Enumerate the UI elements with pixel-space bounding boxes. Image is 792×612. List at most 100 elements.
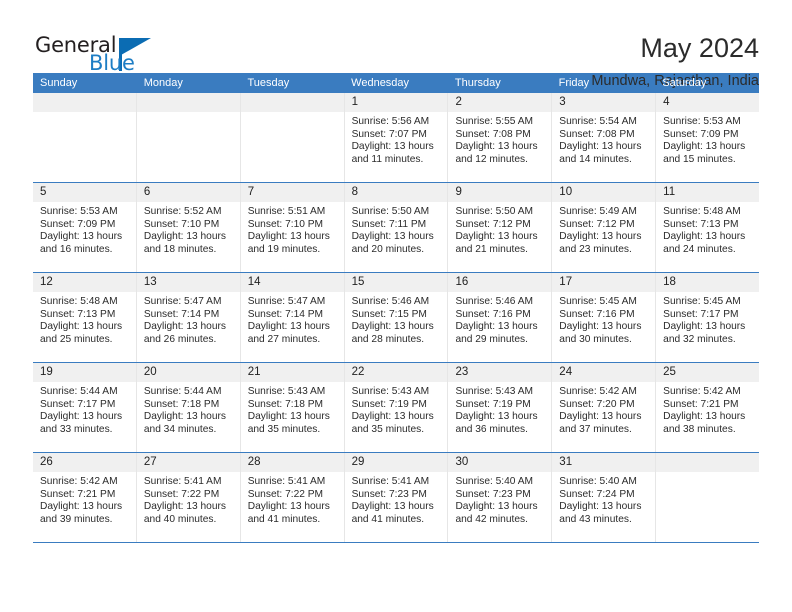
calendar-day-cell[interactable]: 12 Sunrise: 5:48 AM Sunset: 7:13 PM Dayligh… [33,273,137,362]
calendar-day-cell[interactable]: 23 Sunrise: 5:43 AM Sunset: 7:19 PM Dayligh… [448,363,553,452]
day-number: 4 [656,93,760,112]
daylight-text: Daylight: 13 hours and 26 minutes. [143,321,226,345]
day-number: 25 [656,363,760,382]
sunrise-text: Sunrise: 5:43 AM [351,386,430,397]
calendar-day-cell[interactable]: 9 Sunrise: 5:50 AM Sunset: 7:12 PM Daylight… [448,183,553,272]
sunrise-text: Sunrise: 5:42 AM [559,386,637,397]
daylight-text: Daylight: 13 hours and 20 minutes. [351,231,434,255]
day-number: 9 [448,183,552,202]
day-sun-info: Sunrise: 5:42 AM Sunset: 7:21 PM Daylight:… [656,382,759,442]
day-number: 24 [552,363,656,382]
calendar-day-cell[interactable]: 4 Sunrise: 5:53 AM Sunset: 7:09 PM Daylight… [656,93,760,182]
day-sun-info: Sunrise: 5:41 AM Sunset: 7:22 PM Daylight:… [241,472,344,532]
sunset-text: Sunset: 7:22 PM [247,488,324,500]
calendar-day-cell[interactable]: 19 Sunrise: 5:44 AM Sunset: 7:17 PM Dayligh… [33,363,137,452]
logo-text-blue: Blue [89,51,135,75]
sunset-text: Sunset: 7:23 PM [351,488,427,500]
day-number: 11 [656,183,760,202]
calendar-day-cell[interactable]: 16 Sunrise: 5:46 AM Sunset: 7:16 PM Dayligh… [448,273,553,362]
sunset-text: Sunset: 7:17 PM [663,308,739,320]
page-title: May 2024 [640,33,759,63]
calendar-day-cell[interactable]: 29 Sunrise: 5:41 AM Sunset: 7:23 PM Dayligh… [344,453,449,542]
calendar-day-cell[interactable]: 11 Sunrise: 5:48 AM Sunset: 7:13 PM Dayligh… [656,183,760,272]
day-number: 21 [240,363,344,382]
calendar-day-cell[interactable]: 5 Sunrise: 5:53 AM Sunset: 7:09 PM Daylight… [33,183,137,272]
calendar-day-cell-empty [33,93,137,182]
day-sun-info: Sunrise: 5:47 AM Sunset: 7:14 PM Daylight:… [241,292,344,352]
sunset-text: Sunset: 7:10 PM [247,218,324,230]
sunrise-text: Sunrise: 5:47 AM [143,296,222,307]
day-number: 26 [33,453,136,472]
daylight-text: Daylight: 13 hours and 40 minutes. [143,501,226,525]
day-sun-info: Sunrise: 5:46 AM Sunset: 7:15 PM Daylight:… [345,292,448,352]
calendar-day-cell-empty [240,93,345,182]
sunrise-text: Sunrise: 5:48 AM [663,206,741,217]
sunset-text: Sunset: 7:21 PM [40,488,116,500]
day-number: 15 [344,273,448,292]
day-sun-info: Sunrise: 5:43 AM Sunset: 7:19 PM Daylight:… [448,382,551,442]
sunset-text: Sunset: 7:12 PM [455,218,531,230]
day-sun-info: Sunrise: 5:54 AM Sunset: 7:08 PM Daylight:… [552,112,655,172]
sunrise-text: Sunrise: 5:56 AM [351,116,430,127]
calendar-day-cell[interactable]: 31 Sunrise: 5:40 AM Sunset: 7:24 PM Dayligh… [552,453,657,542]
sunrise-text: Sunrise: 5:43 AM [455,386,534,397]
day-number: 14 [240,273,344,292]
calendar-day-cell[interactable]: 24 Sunrise: 5:42 AM Sunset: 7:20 PM Dayligh… [552,363,657,452]
calendar-day-cell[interactable]: 2 Sunrise: 5:55 AM Sunset: 7:08 PM Daylight… [448,93,553,182]
calendar-day-cell[interactable]: 15 Sunrise: 5:46 AM Sunset: 7:15 PM Dayligh… [344,273,449,362]
calendar-day-cell[interactable]: 13 Sunrise: 5:47 AM Sunset: 7:14 PM Dayligh… [136,273,241,362]
calendar-day-cell[interactable]: 25 Sunrise: 5:42 AM Sunset: 7:21 PM Dayligh… [656,363,760,452]
sunset-text: Sunset: 7:10 PM [143,218,220,230]
calendar-day-cell[interactable]: 7 Sunrise: 5:51 AM Sunset: 7:10 PM Daylight… [240,183,345,272]
calendar-day-cell[interactable]: 10 Sunrise: 5:49 AM Sunset: 7:12 PM Dayligh… [552,183,657,272]
sunset-text: Sunset: 7:21 PM [663,398,739,410]
calendar-day-cell[interactable]: 3 Sunrise: 5:54 AM Sunset: 7:08 PM Daylight… [552,93,657,182]
day-sun-info: Sunrise: 5:53 AM Sunset: 7:09 PM Daylight:… [33,202,136,262]
daylight-text: Daylight: 13 hours and 37 minutes. [559,411,642,435]
sunrise-text: Sunrise: 5:41 AM [143,476,222,487]
general-blue-logo[interactable]: General Blue [33,33,163,85]
daylight-text: Daylight: 13 hours and 15 minutes. [663,141,746,165]
calendar-day-cell[interactable]: 1 Sunrise: 5:56 AM Sunset: 7:07 PM Daylight… [344,93,449,182]
calendar-day-cell[interactable]: 8 Sunrise: 5:50 AM Sunset: 7:11 PM Daylight… [344,183,449,272]
sunrise-text: Sunrise: 5:44 AM [40,386,118,397]
sunrise-text: Sunrise: 5:47 AM [247,296,326,307]
sunrise-text: Sunrise: 5:46 AM [351,296,430,307]
calendar-day-cell[interactable]: 27 Sunrise: 5:41 AM Sunset: 7:22 PM Dayligh… [136,453,241,542]
day-sun-info: Sunrise: 5:46 AM Sunset: 7:16 PM Daylight:… [448,292,551,352]
day-number: 8 [344,183,448,202]
calendar-day-cell[interactable]: 18 Sunrise: 5:45 AM Sunset: 7:17 PM Dayligh… [656,273,760,362]
calendar-day-cell[interactable]: 21 Sunrise: 5:43 AM Sunset: 7:18 PM Dayligh… [240,363,345,452]
calendar-day-cell[interactable]: 17 Sunrise: 5:45 AM Sunset: 7:16 PM Dayligh… [552,273,657,362]
day-number [33,93,136,112]
day-number: 23 [448,363,552,382]
sunset-text: Sunset: 7:12 PM [559,218,635,230]
sunrise-text: Sunrise: 5:51 AM [247,206,326,217]
calendar-week-row: 5 Sunrise: 5:53 AM Sunset: 7:09 PM Daylight… [33,183,760,273]
calendar-week-row: 1 Sunrise: 5:56 AM Sunset: 7:07 PM Daylight… [33,93,760,183]
sunset-text: Sunset: 7:13 PM [663,218,739,230]
sunrise-text: Sunrise: 5:41 AM [247,476,326,487]
calendar-day-cell[interactable]: 22 Sunrise: 5:43 AM Sunset: 7:19 PM Dayligh… [344,363,449,452]
calendar-day-cell[interactable]: 28 Sunrise: 5:41 AM Sunset: 7:22 PM Dayligh… [240,453,345,542]
calendar-day-cell[interactable]: 26 Sunrise: 5:42 AM Sunset: 7:21 PM Dayligh… [33,453,137,542]
sunset-text: Sunset: 7:18 PM [143,398,220,410]
sunset-text: Sunset: 7:16 PM [559,308,635,320]
sunrise-text: Sunrise: 5:40 AM [455,476,534,487]
sunset-text: Sunset: 7:17 PM [40,398,116,410]
sunset-text: Sunset: 7:20 PM [559,398,635,410]
day-sun-info: Sunrise: 5:40 AM Sunset: 7:23 PM Daylight:… [448,472,551,532]
day-number: 7 [240,183,344,202]
calendar-day-cell[interactable]: 20 Sunrise: 5:44 AM Sunset: 7:18 PM Dayligh… [136,363,241,452]
day-sun-info: Sunrise: 5:41 AM Sunset: 7:22 PM Daylight:… [137,472,240,532]
sunrise-text: Sunrise: 5:42 AM [663,386,741,397]
daylight-text: Daylight: 13 hours and 28 minutes. [351,321,434,345]
sunrise-text: Sunrise: 5:41 AM [351,476,430,487]
calendar-day-cell[interactable]: 30 Sunrise: 5:40 AM Sunset: 7:23 PM Dayligh… [448,453,553,542]
calendar-day-cell[interactable]: 14 Sunrise: 5:47 AM Sunset: 7:14 PM Dayligh… [240,273,345,362]
calendar-day-cell[interactable]: 6 Sunrise: 5:52 AM Sunset: 7:10 PM Daylight… [136,183,241,272]
sunset-text: Sunset: 7:24 PM [559,488,635,500]
calendar-day-cell-empty [656,453,760,542]
day-number: 1 [344,93,448,112]
daylight-text: Daylight: 13 hours and 41 minutes. [351,501,434,525]
